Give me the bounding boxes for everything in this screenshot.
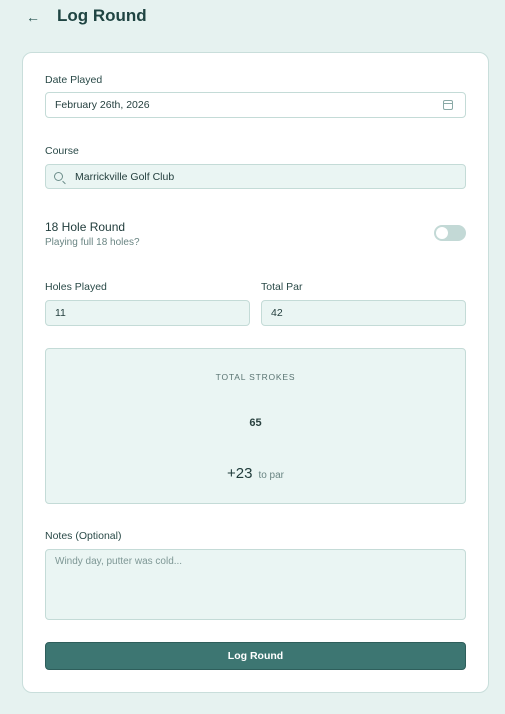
full-round-title: 18 Hole Round [45, 220, 126, 234]
notes-placeholder: Windy day, putter was cold... [55, 556, 183, 567]
to-par-value: +23 [226, 465, 253, 482]
course-label: Course [45, 145, 79, 157]
log-round-form: Date Played February 26th, 2026 Course M… [22, 52, 489, 693]
notes-label: Notes (Optional) [45, 530, 122, 542]
date-played-label: Date Played [45, 74, 103, 86]
holes-played-input[interactable]: 11 [45, 300, 250, 326]
back-button[interactable]: ← [24, 8, 42, 26]
calendar-icon [443, 100, 453, 110]
full-round-toggle[interactable] [434, 225, 466, 241]
total-par-label: Total Par [261, 281, 303, 293]
log-round-button[interactable]: Log Round [45, 642, 466, 670]
date-played-value: February 26th, 2026 [55, 99, 150, 111]
page-title: Log Round [57, 6, 147, 25]
notes-textarea[interactable]: Windy day, putter was cold... [45, 549, 466, 620]
to-par-display: +23 to par [46, 465, 465, 483]
page-header: ← Log Round [0, 0, 505, 36]
full-round-subtitle: Playing full 18 holes? [45, 237, 140, 248]
arrow-left-icon: ← [26, 9, 40, 25]
holes-played-value: 11 [55, 307, 66, 319]
total-strokes-label: TOTAL STROKES [215, 372, 296, 382]
search-icon [54, 172, 63, 181]
course-value: Marrickville Golf Club [75, 170, 175, 183]
holes-played-label: Holes Played [45, 281, 107, 293]
total-par-value: 42 [271, 307, 283, 319]
total-strokes-panel: TOTAL STROKES 65 +23 to par [45, 348, 466, 504]
course-search-field[interactable]: Marrickville Golf Club [45, 164, 466, 189]
total-par-input[interactable]: 42 [261, 300, 466, 326]
to-par-text: to par [258, 470, 285, 481]
toggle-knob [436, 227, 448, 239]
date-played-field[interactable]: February 26th, 2026 [45, 92, 466, 118]
total-strokes-value: 65 [249, 417, 262, 429]
